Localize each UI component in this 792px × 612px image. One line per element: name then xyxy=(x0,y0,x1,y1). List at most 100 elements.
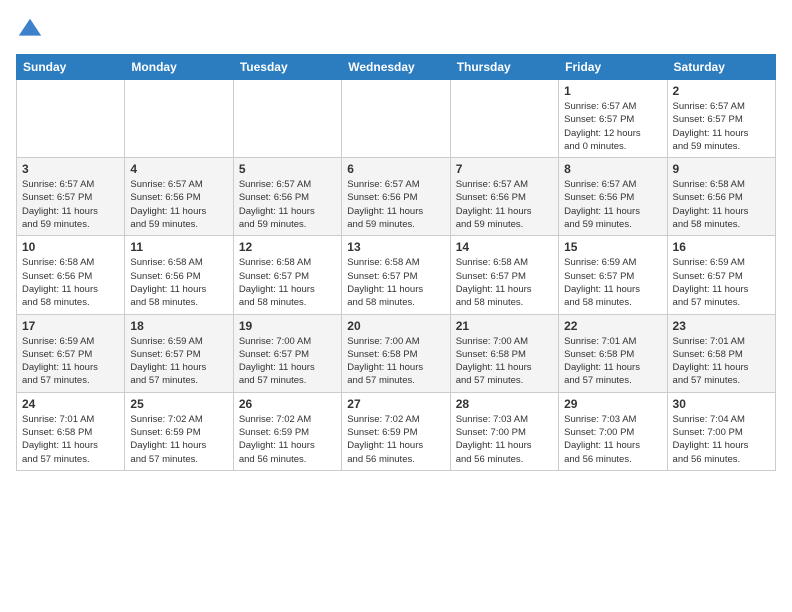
day-number: 11 xyxy=(130,240,227,254)
calendar-cell: 19 Sunrise: 7:00 AM Sunset: 6:57 PM Dayli… xyxy=(233,314,341,392)
day-info: Sunrise: 6:57 AM Sunset: 6:56 PM Dayligh… xyxy=(456,178,553,231)
day-number: 28 xyxy=(456,397,553,411)
day-number: 4 xyxy=(130,162,227,176)
calendar-cell: 21 Sunrise: 7:00 AM Sunset: 6:58 PM Dayli… xyxy=(450,314,558,392)
calendar-cell: 23 Sunrise: 7:01 AM Sunset: 6:58 PM Dayli… xyxy=(667,314,775,392)
day-number: 22 xyxy=(564,319,661,333)
calendar-cell: 8 Sunrise: 6:57 AM Sunset: 6:56 PM Daylig… xyxy=(559,158,667,236)
day-number: 1 xyxy=(564,84,661,98)
day-number: 23 xyxy=(673,319,770,333)
day-number: 25 xyxy=(130,397,227,411)
day-info: Sunrise: 6:58 AM Sunset: 6:57 PM Dayligh… xyxy=(347,256,444,309)
day-info: Sunrise: 6:57 AM Sunset: 6:57 PM Dayligh… xyxy=(22,178,119,231)
day-info: Sunrise: 7:01 AM Sunset: 6:58 PM Dayligh… xyxy=(673,335,770,388)
day-number: 17 xyxy=(22,319,119,333)
day-info: Sunrise: 7:04 AM Sunset: 7:00 PM Dayligh… xyxy=(673,413,770,466)
day-number: 15 xyxy=(564,240,661,254)
day-number: 3 xyxy=(22,162,119,176)
calendar-cell xyxy=(450,80,558,158)
calendar-week-5: 24 Sunrise: 7:01 AM Sunset: 6:58 PM Dayli… xyxy=(17,392,776,470)
day-number: 9 xyxy=(673,162,770,176)
day-number: 14 xyxy=(456,240,553,254)
calendar-cell xyxy=(17,80,125,158)
day-info: Sunrise: 7:03 AM Sunset: 7:00 PM Dayligh… xyxy=(456,413,553,466)
day-number: 24 xyxy=(22,397,119,411)
calendar-cell: 7 Sunrise: 6:57 AM Sunset: 6:56 PM Daylig… xyxy=(450,158,558,236)
calendar-cell: 2Sunrise: 6:57 AM Sunset: 6:57 PM Daylig… xyxy=(667,80,775,158)
calendar-cell: 25 Sunrise: 7:02 AM Sunset: 6:59 PM Dayli… xyxy=(125,392,233,470)
day-info: Sunrise: 6:57 AM Sunset: 6:56 PM Dayligh… xyxy=(239,178,336,231)
calendar-cell: 10 Sunrise: 6:58 AM Sunset: 6:56 PM Dayli… xyxy=(17,236,125,314)
day-number: 6 xyxy=(347,162,444,176)
day-info: Sunrise: 6:58 AM Sunset: 6:57 PM Dayligh… xyxy=(456,256,553,309)
day-number: 19 xyxy=(239,319,336,333)
calendar-header-tuesday: Tuesday xyxy=(233,55,341,80)
day-info: Sunrise: 6:57 AM Sunset: 6:57 PM Dayligh… xyxy=(673,100,770,153)
calendar-cell: 22 Sunrise: 7:01 AM Sunset: 6:58 PM Dayli… xyxy=(559,314,667,392)
calendar-cell xyxy=(342,80,450,158)
day-info: Sunrise: 6:59 AM Sunset: 6:57 PM Dayligh… xyxy=(564,256,661,309)
calendar-cell xyxy=(233,80,341,158)
calendar-cell: 6 Sunrise: 6:57 AM Sunset: 6:56 PM Daylig… xyxy=(342,158,450,236)
calendar-cell: 30 Sunrise: 7:04 AM Sunset: 7:00 PM Dayli… xyxy=(667,392,775,470)
calendar-week-4: 17 Sunrise: 6:59 AM Sunset: 6:57 PM Dayli… xyxy=(17,314,776,392)
logo xyxy=(16,16,48,44)
calendar-week-3: 10 Sunrise: 6:58 AM Sunset: 6:56 PM Dayli… xyxy=(17,236,776,314)
day-info: Sunrise: 7:02 AM Sunset: 6:59 PM Dayligh… xyxy=(239,413,336,466)
calendar-header-saturday: Saturday xyxy=(667,55,775,80)
calendar-cell: 12Sunrise: 6:58 AM Sunset: 6:57 PM Dayli… xyxy=(233,236,341,314)
calendar-cell: 24 Sunrise: 7:01 AM Sunset: 6:58 PM Dayli… xyxy=(17,392,125,470)
calendar-header-thursday: Thursday xyxy=(450,55,558,80)
day-number: 16 xyxy=(673,240,770,254)
day-info: Sunrise: 7:02 AM Sunset: 6:59 PM Dayligh… xyxy=(130,413,227,466)
calendar-header-monday: Monday xyxy=(125,55,233,80)
day-info: Sunrise: 7:00 AM Sunset: 6:58 PM Dayligh… xyxy=(347,335,444,388)
page-header xyxy=(16,16,776,44)
calendar-header-sunday: Sunday xyxy=(17,55,125,80)
calendar-week-1: 1 Sunrise: 6:57 AM Sunset: 6:57 PM Daylig… xyxy=(17,80,776,158)
calendar-cell: 1 Sunrise: 6:57 AM Sunset: 6:57 PM Daylig… xyxy=(559,80,667,158)
calendar-cell: 27Sunrise: 7:02 AM Sunset: 6:59 PM Dayli… xyxy=(342,392,450,470)
day-number: 20 xyxy=(347,319,444,333)
day-number: 13 xyxy=(347,240,444,254)
day-number: 29 xyxy=(564,397,661,411)
day-info: Sunrise: 6:57 AM Sunset: 6:56 PM Dayligh… xyxy=(347,178,444,231)
calendar-cell: 28 Sunrise: 7:03 AM Sunset: 7:00 PM Dayli… xyxy=(450,392,558,470)
calendar-cell: 3 Sunrise: 6:57 AM Sunset: 6:57 PM Daylig… xyxy=(17,158,125,236)
day-number: 8 xyxy=(564,162,661,176)
day-info: Sunrise: 7:01 AM Sunset: 6:58 PM Dayligh… xyxy=(22,413,119,466)
calendar-cell: 13 Sunrise: 6:58 AM Sunset: 6:57 PM Dayli… xyxy=(342,236,450,314)
calendar-cell: 5Sunrise: 6:57 AM Sunset: 6:56 PM Daylig… xyxy=(233,158,341,236)
day-info: Sunrise: 6:59 AM Sunset: 6:57 PM Dayligh… xyxy=(130,335,227,388)
day-info: Sunrise: 6:59 AM Sunset: 6:57 PM Dayligh… xyxy=(22,335,119,388)
day-info: Sunrise: 7:00 AM Sunset: 6:58 PM Dayligh… xyxy=(456,335,553,388)
day-info: Sunrise: 6:58 AM Sunset: 6:56 PM Dayligh… xyxy=(22,256,119,309)
calendar-header-wednesday: Wednesday xyxy=(342,55,450,80)
logo-icon xyxy=(16,16,44,44)
day-info: Sunrise: 6:58 AM Sunset: 6:57 PM Dayligh… xyxy=(239,256,336,309)
calendar-cell: 29 Sunrise: 7:03 AM Sunset: 7:00 PM Dayli… xyxy=(559,392,667,470)
calendar-cell: 16Sunrise: 6:59 AM Sunset: 6:57 PM Dayli… xyxy=(667,236,775,314)
calendar-header-friday: Friday xyxy=(559,55,667,80)
day-number: 18 xyxy=(130,319,227,333)
day-info: Sunrise: 6:58 AM Sunset: 6:56 PM Dayligh… xyxy=(673,178,770,231)
day-number: 30 xyxy=(673,397,770,411)
day-number: 21 xyxy=(456,319,553,333)
calendar-header-row: SundayMondayTuesdayWednesdayThursdayFrid… xyxy=(17,55,776,80)
calendar-cell: 20 Sunrise: 7:00 AM Sunset: 6:58 PM Dayli… xyxy=(342,314,450,392)
day-number: 7 xyxy=(456,162,553,176)
day-number: 10 xyxy=(22,240,119,254)
calendar-week-2: 3 Sunrise: 6:57 AM Sunset: 6:57 PM Daylig… xyxy=(17,158,776,236)
day-info: Sunrise: 7:00 AM Sunset: 6:57 PM Dayligh… xyxy=(239,335,336,388)
day-info: Sunrise: 6:57 AM Sunset: 6:56 PM Dayligh… xyxy=(564,178,661,231)
calendar-cell: 15 Sunrise: 6:59 AM Sunset: 6:57 PM Dayli… xyxy=(559,236,667,314)
calendar-cell: 17 Sunrise: 6:59 AM Sunset: 6:57 PM Dayli… xyxy=(17,314,125,392)
calendar-cell xyxy=(125,80,233,158)
day-info: Sunrise: 7:01 AM Sunset: 6:58 PM Dayligh… xyxy=(564,335,661,388)
day-info: Sunrise: 6:57 AM Sunset: 6:56 PM Dayligh… xyxy=(130,178,227,231)
calendar-cell: 26Sunrise: 7:02 AM Sunset: 6:59 PM Dayli… xyxy=(233,392,341,470)
calendar-cell: 18 Sunrise: 6:59 AM Sunset: 6:57 PM Dayli… xyxy=(125,314,233,392)
calendar-cell: 9 Sunrise: 6:58 AM Sunset: 6:56 PM Daylig… xyxy=(667,158,775,236)
day-info: Sunrise: 7:03 AM Sunset: 7:00 PM Dayligh… xyxy=(564,413,661,466)
day-info: Sunrise: 6:57 AM Sunset: 6:57 PM Dayligh… xyxy=(564,100,661,153)
